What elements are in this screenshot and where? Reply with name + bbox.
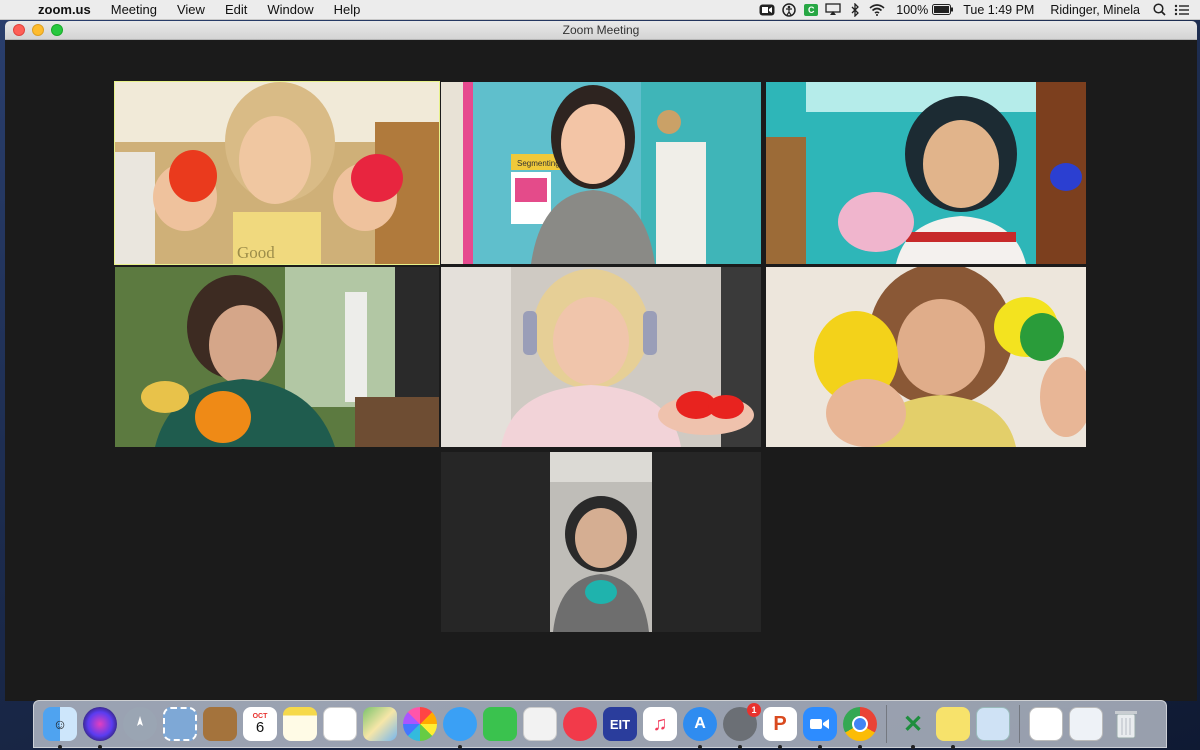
powerpoint-icon[interactable]: P bbox=[763, 707, 797, 749]
battery-icon[interactable] bbox=[931, 0, 955, 20]
app-store-icon[interactable]: A bbox=[683, 707, 717, 749]
facetime-icon[interactable] bbox=[483, 707, 517, 741]
spotlight-search-icon[interactable] bbox=[1148, 0, 1170, 20]
bluetooth-icon[interactable] bbox=[844, 0, 866, 20]
menu-view[interactable]: View bbox=[167, 0, 215, 20]
document-icon[interactable] bbox=[1029, 707, 1063, 741]
participant-video-image: Segmenting bbox=[441, 82, 761, 264]
participant-video-6[interactable] bbox=[766, 267, 1086, 447]
participant-video-image: Good bbox=[115, 82, 439, 264]
participant-video-2[interactable]: Segmenting bbox=[441, 82, 761, 264]
mail-stamp-icon[interactable] bbox=[163, 707, 197, 741]
participant-video-image bbox=[441, 267, 761, 447]
participant-video-5[interactable] bbox=[441, 267, 761, 447]
window-title: Zoom Meeting bbox=[562, 23, 640, 37]
window-titlebar[interactable]: Zoom Meeting bbox=[5, 21, 1197, 40]
green-c-icon[interactable]: C bbox=[800, 0, 822, 20]
poster-text: Segmenting bbox=[517, 159, 560, 168]
participant-video-image bbox=[766, 267, 1086, 447]
zoom-meeting-window: Zoom Meeting Good Segmenting bbox=[5, 21, 1197, 701]
chrome-icon[interactable] bbox=[843, 707, 877, 749]
user-account-name[interactable]: Ridinger, Minela bbox=[1042, 3, 1148, 17]
news-icon[interactable] bbox=[563, 707, 597, 741]
participant-video-image bbox=[441, 452, 761, 632]
menu-bar: zoom.us Meeting View Edit Window Help C … bbox=[0, 0, 1200, 20]
airplay-icon[interactable] bbox=[822, 0, 844, 20]
contacts-icon[interactable] bbox=[203, 707, 237, 741]
reminders-icon[interactable] bbox=[323, 707, 357, 741]
dock-separator bbox=[886, 705, 887, 743]
participant-video-1[interactable]: Good bbox=[114, 81, 440, 265]
accessibility-icon[interactable] bbox=[778, 0, 800, 20]
system-preferences-icon[interactable]: 1 bbox=[723, 703, 761, 749]
zoom-tray-icon[interactable] bbox=[756, 0, 778, 20]
participant-video-4[interactable] bbox=[115, 267, 439, 447]
trash-icon[interactable] bbox=[1109, 707, 1143, 741]
status-tray: C 100% Tue 1:49 PM Ridinger, Minela bbox=[756, 0, 1200, 20]
launchpad-icon[interactable] bbox=[123, 707, 157, 741]
photos-icon[interactable] bbox=[403, 707, 437, 741]
menu-clock[interactable]: Tue 1:49 PM bbox=[955, 3, 1042, 17]
menu-meeting[interactable]: Meeting bbox=[101, 0, 167, 20]
stickies-icon[interactable] bbox=[936, 707, 970, 749]
messages-icon[interactable] bbox=[443, 707, 477, 749]
battery-percent[interactable]: 100% bbox=[888, 3, 931, 17]
notification-center-icon[interactable] bbox=[1170, 0, 1192, 20]
menu-edit[interactable]: Edit bbox=[215, 0, 257, 20]
shirt-text: Good bbox=[237, 243, 275, 262]
notification-badge: 1 bbox=[747, 703, 761, 717]
finder-icon[interactable]: ☺ bbox=[43, 707, 77, 749]
app-menu-zoom[interactable]: zoom.us bbox=[34, 0, 101, 20]
menu-window[interactable]: Window bbox=[257, 0, 323, 20]
eit-icon[interactable]: EIT bbox=[603, 707, 637, 741]
preview-icon[interactable] bbox=[976, 707, 1010, 741]
keynote-icon[interactable] bbox=[523, 707, 557, 741]
participant-video-7[interactable] bbox=[441, 452, 761, 632]
wifi-icon[interactable] bbox=[866, 0, 888, 20]
participant-video-image bbox=[766, 82, 1086, 264]
music-icon[interactable]: ♫ bbox=[643, 707, 677, 741]
participant-video-3[interactable] bbox=[766, 82, 1086, 264]
zoom-icon[interactable] bbox=[803, 707, 837, 749]
dock: ☺ OCT 6 EIT ♫ A 1 P ✕ bbox=[33, 700, 1167, 749]
participant-video-image bbox=[115, 267, 439, 447]
screenshot-icon[interactable] bbox=[1069, 707, 1103, 741]
notes-icon[interactable] bbox=[283, 707, 317, 741]
siri-icon[interactable] bbox=[83, 707, 117, 749]
gallery-view: Good Segmenting bbox=[5, 40, 1197, 701]
calendar-icon[interactable]: OCT 6 bbox=[243, 707, 277, 741]
maps-icon[interactable] bbox=[363, 707, 397, 741]
excel-icon[interactable]: ✕ bbox=[896, 707, 930, 749]
dock-separator bbox=[1019, 705, 1020, 743]
menu-help[interactable]: Help bbox=[324, 0, 371, 20]
